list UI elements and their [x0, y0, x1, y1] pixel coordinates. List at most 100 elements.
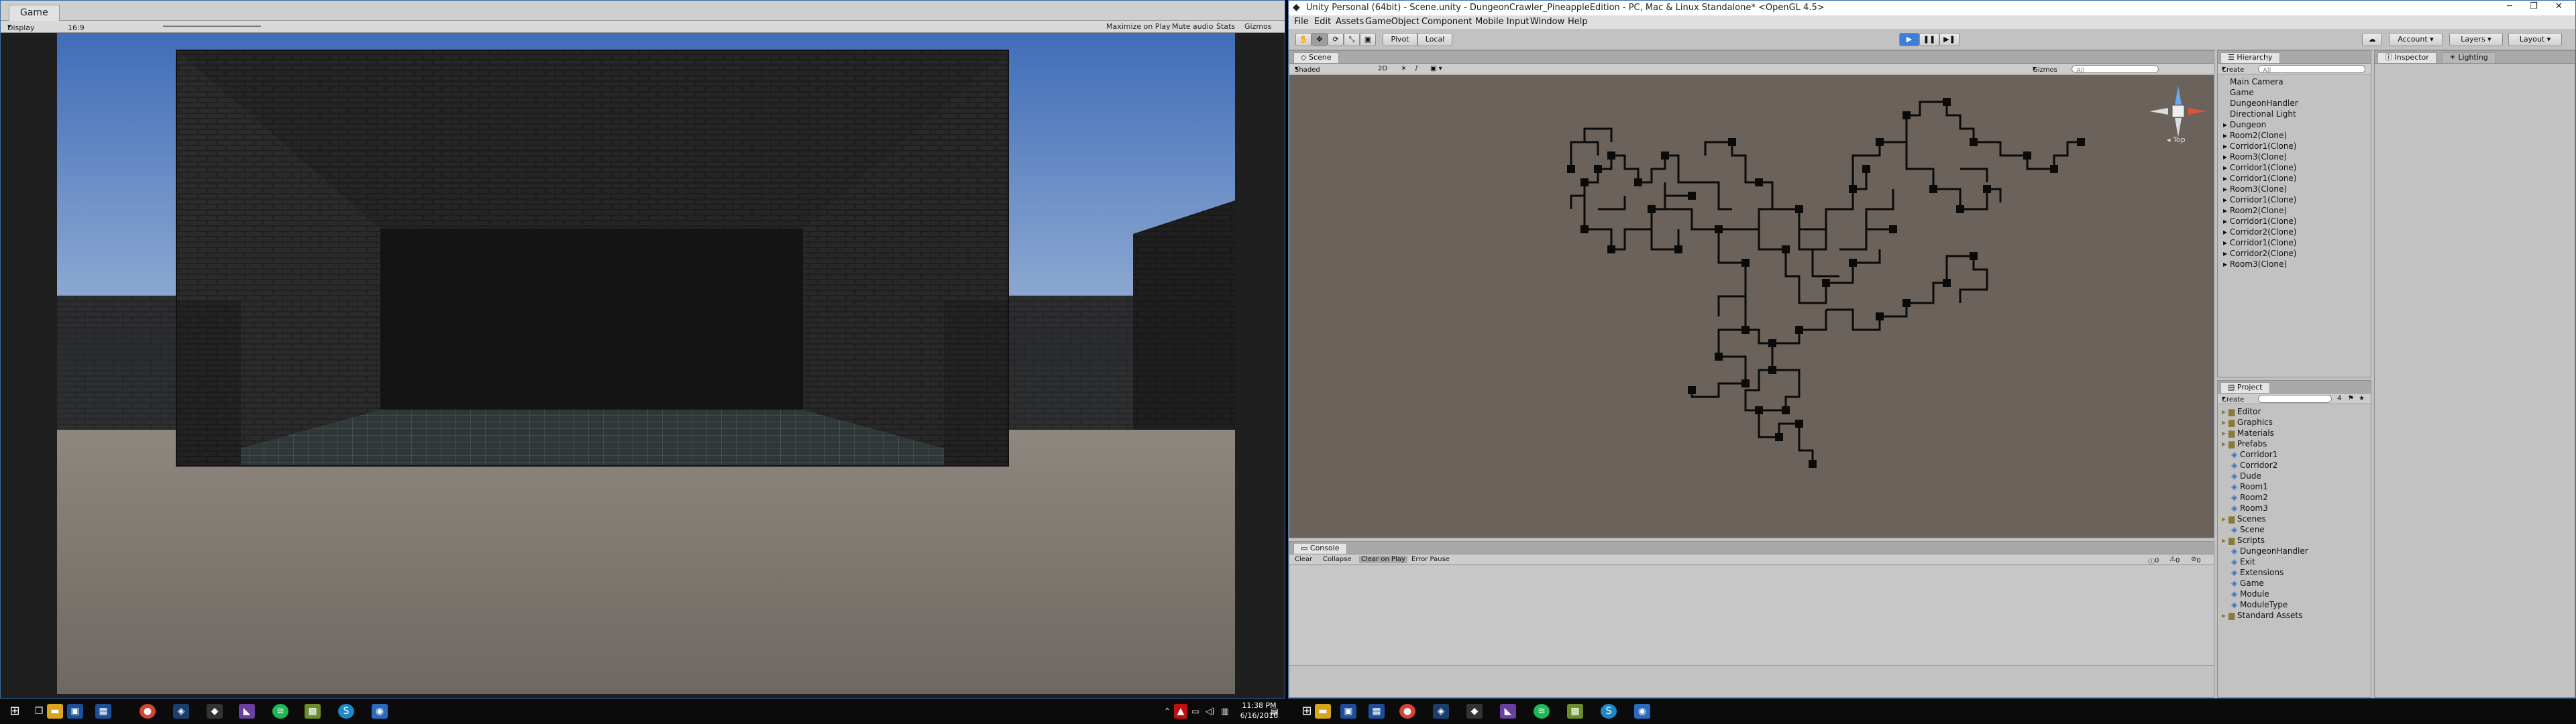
volume-icon[interactable]: ◁)	[1203, 704, 1217, 719]
close-icon[interactable]: ✕	[2555, 1, 2563, 11]
hierarchy-item-directional-light[interactable]: Directional Light	[2220, 109, 2298, 119]
tab-console[interactable]: ▭ Console	[1293, 543, 1347, 554]
info-count-icon[interactable]: ⓘ 0	[2148, 556, 2159, 566]
project-item[interactable]: ▸ ▆ Editor	[2220, 406, 2308, 417]
game-viewport[interactable]	[57, 33, 1235, 694]
menu-edit[interactable]: Edit	[1314, 17, 1331, 27]
hierarchy-item[interactable]: ▸ Corridor1(Clone)	[2220, 162, 2298, 173]
menu-window[interactable]: Window	[1530, 17, 1564, 27]
calculator-icon-2[interactable]: ▦	[1368, 704, 1385, 719]
error-count-icon[interactable]: ⊘ 0	[2191, 556, 2201, 564]
menu-component[interactable]: Component	[1421, 17, 1472, 27]
app-drop-icon[interactable]: ◉	[372, 704, 388, 719]
notifications-icon[interactable]: ▤	[1268, 704, 1281, 719]
task-view-icon[interactable]: ❐	[31, 704, 47, 719]
hierarchy-item[interactable]: ▸ Corridor1(Clone)	[2220, 194, 2298, 205]
unity-icon-2[interactable]: ◆	[1466, 704, 1483, 719]
console-collapse-toggle[interactable]: Collapse	[1323, 556, 1352, 563]
account-dropdown[interactable]: Account ▾	[2389, 33, 2443, 46]
skype-icon[interactable]: S	[338, 704, 354, 719]
file-explorer-icon-2[interactable]: ▬	[1315, 704, 1331, 719]
hierarchy-item-dungeon[interactable]: ▸ Dungeon	[2220, 119, 2298, 130]
project-item[interactable]: ◈ Room3	[2220, 503, 2308, 514]
hierarchy-item[interactable]: ▸ Room3(Clone)	[2220, 184, 2298, 194]
skype-icon-2[interactable]: S	[1601, 704, 1617, 719]
project-item[interactable]: ◈ Dude	[2220, 471, 2308, 481]
step-button[interactable]: ▶❚	[1939, 33, 1960, 46]
project-item[interactable]: ▸ ▆ Graphics	[2220, 417, 2308, 428]
project-item[interactable]: ◈ Room2	[2220, 492, 2308, 503]
visual-studio-icon[interactable]: ◣	[239, 704, 255, 719]
steam-icon[interactable]: ◈	[173, 704, 189, 719]
battery-icon[interactable]: ▥	[1218, 704, 1232, 719]
photos-icon-2[interactable]: ▣	[1340, 704, 1356, 719]
photos-icon[interactable]: ▣	[67, 704, 83, 719]
chrome-icon[interactable]: ●	[140, 704, 156, 719]
project-item[interactable]: ▸ ▆ Scripts	[2220, 535, 2308, 546]
spotify-icon-2[interactable]: ≋	[1534, 704, 1550, 719]
console-clear-on-play-toggle[interactable]: Clear on Play	[1359, 556, 1407, 563]
tab-lighting[interactable]: ☀ Lighting	[2442, 52, 2496, 63]
cloud-icon[interactable]: ☁	[2362, 33, 2382, 46]
audio-toggle-icon[interactable]: ♪	[1414, 65, 1418, 72]
hierarchy-search-input[interactable]: All	[2258, 65, 2365, 74]
menu-gameobject[interactable]: GameObject	[1365, 17, 1419, 27]
hierarchy-create-dropdown[interactable]: Create ▾	[2222, 65, 2244, 74]
shading-dropdown[interactable]: Shaded ▾	[1295, 65, 1320, 74]
menu-mobile-input[interactable]: Mobile Input	[1475, 17, 1529, 27]
project-item[interactable]: ◈ DungeonHandler	[2220, 546, 2308, 556]
tray-app-icon[interactable]: ▲	[1174, 704, 1187, 719]
hierarchy-item-dungeonhandler[interactable]: DungeonHandler	[2220, 98, 2298, 109]
project-item[interactable]: ▸ ▆ Standard Assets	[2220, 610, 2308, 621]
scale-tool-button[interactable]: ⤡	[1344, 33, 1360, 46]
hierarchy-item[interactable]: ▸ Corridor1(Clone)	[2220, 216, 2298, 227]
hierarchy-item[interactable]: ▸ Room3(Clone)	[2220, 152, 2298, 162]
hierarchy-item[interactable]: ▸ Corridor1(Clone)	[2220, 237, 2298, 248]
minimize-icon[interactable]: ─	[2507, 1, 2512, 11]
project-item[interactable]: ◈ Game	[2220, 578, 2308, 589]
display-dropdown[interactable]: Display 1 ▾	[7, 22, 35, 41]
project-item[interactable]: ▸ ▆ Materials	[2220, 428, 2308, 438]
windows-start-icon-2[interactable]: ⊞	[1299, 704, 1315, 719]
scene-search-input[interactable]: All	[2072, 65, 2159, 74]
hierarchy-item[interactable]: ▸ Corridor1(Clone)	[2220, 141, 2298, 152]
menu-assets[interactable]: Assets	[1336, 17, 1364, 27]
scene-gizmos-dropdown[interactable]: Gizmos ▾	[2033, 65, 2057, 74]
project-item[interactable]: ◈ Module	[2220, 589, 2308, 599]
scale-slider[interactable]: ──────────────────────	[163, 22, 261, 31]
project-search-input[interactable]	[2258, 395, 2332, 403]
console-log-list[interactable]	[1289, 566, 2214, 665]
favorite-star-icon[interactable]: ★	[2359, 395, 2365, 402]
project-item[interactable]: ▸ ▆ Scenes	[2220, 514, 2308, 524]
project-item[interactable]: ◈ Extensions	[2220, 567, 2308, 578]
tab-hierarchy[interactable]: ☰ Hierarchy	[2220, 52, 2280, 63]
console-error-pause-toggle[interactable]: Error Pause	[1411, 556, 1450, 563]
hierarchy-item[interactable]: ▸ Corridor2(Clone)	[2220, 227, 2298, 237]
file-explorer-icon[interactable]: ▬	[47, 704, 63, 719]
project-create-dropdown[interactable]: Create ▾	[2222, 395, 2244, 404]
scene-orientation-gizmo[interactable]: ◂ Top	[2148, 84, 2208, 145]
windows-start-icon[interactable]: ⊞	[7, 704, 23, 719]
project-item[interactable]: ◈ Exit	[2220, 556, 2308, 567]
project-item[interactable]: ◈ Corridor2	[2220, 460, 2308, 471]
tab-game[interactable]: Game	[9, 5, 60, 21]
visual-studio-icon-2[interactable]: ◣	[1500, 704, 1516, 719]
scene-viewport[interactable]: ◂ Top	[1289, 75, 2214, 538]
tab-scene[interactable]: ◇ Scene	[1293, 52, 1339, 63]
network-icon[interactable]: ▭	[1189, 704, 1202, 719]
hierarchy-item[interactable]: ▸ Corridor2(Clone)	[2220, 248, 2298, 259]
filter-by-type-icon[interactable]: ⚑	[2348, 395, 2354, 402]
tray-chevron-icon[interactable]: ⌃	[1159, 704, 1175, 719]
pivot-toggle[interactable]: Pivot	[1383, 33, 1417, 46]
minecraft-icon-2[interactable]: ▩	[1567, 704, 1583, 719]
warning-count-icon[interactable]: ⚠ 0	[2169, 556, 2180, 564]
menu-help[interactable]: Help	[1568, 17, 1588, 27]
calculator-icon[interactable]: ▦	[95, 704, 111, 719]
project-filter-count[interactable]: 4	[2337, 395, 2341, 402]
tab-inspector[interactable]: ⓘ Inspector	[2377, 52, 2436, 63]
hierarchy-item-main-camera[interactable]: Main Camera	[2220, 76, 2298, 87]
rect-tool-button[interactable]: ▣	[1360, 33, 1376, 46]
maximize-icon[interactable]: ❐	[2530, 1, 2538, 11]
console-clear-button[interactable]: Clear	[1295, 556, 1312, 563]
hierarchy-item[interactable]: ▸ Room2(Clone)	[2220, 205, 2298, 216]
